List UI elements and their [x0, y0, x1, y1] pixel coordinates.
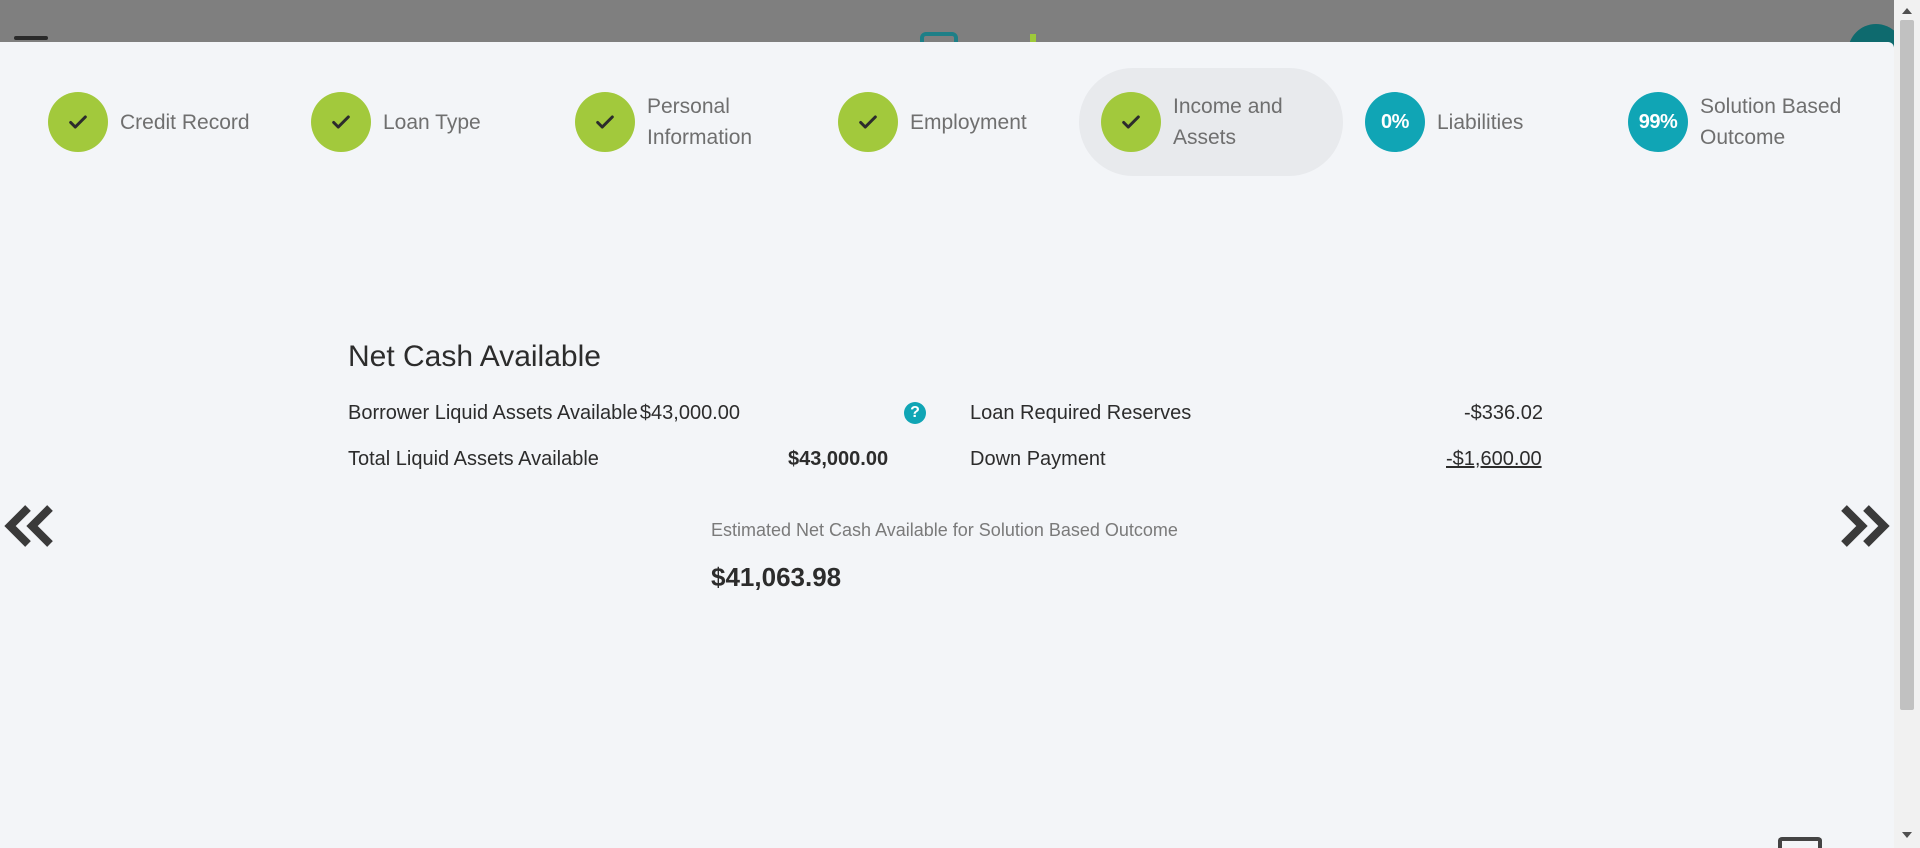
estimate-label: Estimated Net Cash Available for Solutio…: [711, 520, 1178, 540]
progress-badge: 0%: [1365, 92, 1425, 152]
check-icon: [48, 92, 108, 152]
check-icon: [575, 92, 635, 152]
progress-badge: 99%: [1628, 92, 1688, 152]
step-personal-information[interactable]: Personal Information: [575, 68, 777, 176]
estimate-value: $41,063.98: [711, 562, 842, 592]
row-label: Borrower Liquid Assets Available: [348, 402, 638, 424]
hamburger-menu-icon[interactable]: [14, 36, 48, 40]
step-label: Personal Information: [647, 95, 753, 149]
row-label: Total Liquid Assets Available: [348, 448, 599, 470]
step-credit-record[interactable]: Credit Record: [48, 68, 280, 176]
row-label: Down Payment: [970, 448, 1106, 470]
step-employment[interactable]: Employment: [838, 68, 1070, 176]
section-title: Net Cash Available: [348, 340, 601, 373]
scroll-thumb[interactable]: [1900, 20, 1914, 710]
scrollbar[interactable]: [1894, 0, 1920, 848]
step-solution-based-outcome[interactable]: 99% Solution Based Outcome: [1628, 68, 1860, 176]
check-icon: [311, 92, 371, 152]
scroll-up-arrow-icon[interactable]: [1902, 8, 1912, 14]
step-liabilities[interactable]: 0% Liabilities: [1365, 68, 1597, 176]
step-label: Liabilities: [1437, 110, 1524, 134]
row-value: $43,000.00: [639, 402, 740, 424]
check-icon: [838, 92, 898, 152]
step-income-and-assets[interactable]: Income and Assets: [1079, 68, 1343, 176]
double-chevron-right-icon[interactable]: [1838, 504, 1890, 548]
double-chevron-left-icon[interactable]: [4, 504, 56, 548]
step-label: Solution Based Outcome: [1700, 95, 1842, 149]
scroll-down-arrow-icon[interactable]: [1902, 832, 1912, 838]
row-label: Loan Required Reserves: [970, 402, 1192, 424]
step-label: Loan Type: [383, 110, 481, 134]
check-icon: [1101, 92, 1161, 152]
application-modal: Credit Record Loan Type Personal Informa…: [0, 42, 1894, 848]
step-loan-type[interactable]: Loan Type: [311, 68, 543, 176]
row-value-down-payment[interactable]: -$1,600.00: [1446, 448, 1542, 471]
progress-stepper: Credit Record Loan Type Personal Informa…: [0, 42, 1894, 176]
row-value-total: $43,000.00: [788, 448, 889, 470]
document-icon[interactable]: [1778, 837, 1822, 848]
step-label: Employment: [910, 110, 1027, 134]
step-label: Income and Assets: [1173, 95, 1283, 149]
question-icon[interactable]: ?: [904, 402, 926, 424]
row-value: -$336.02: [1464, 402, 1543, 424]
step-label: Credit Record: [120, 110, 250, 134]
